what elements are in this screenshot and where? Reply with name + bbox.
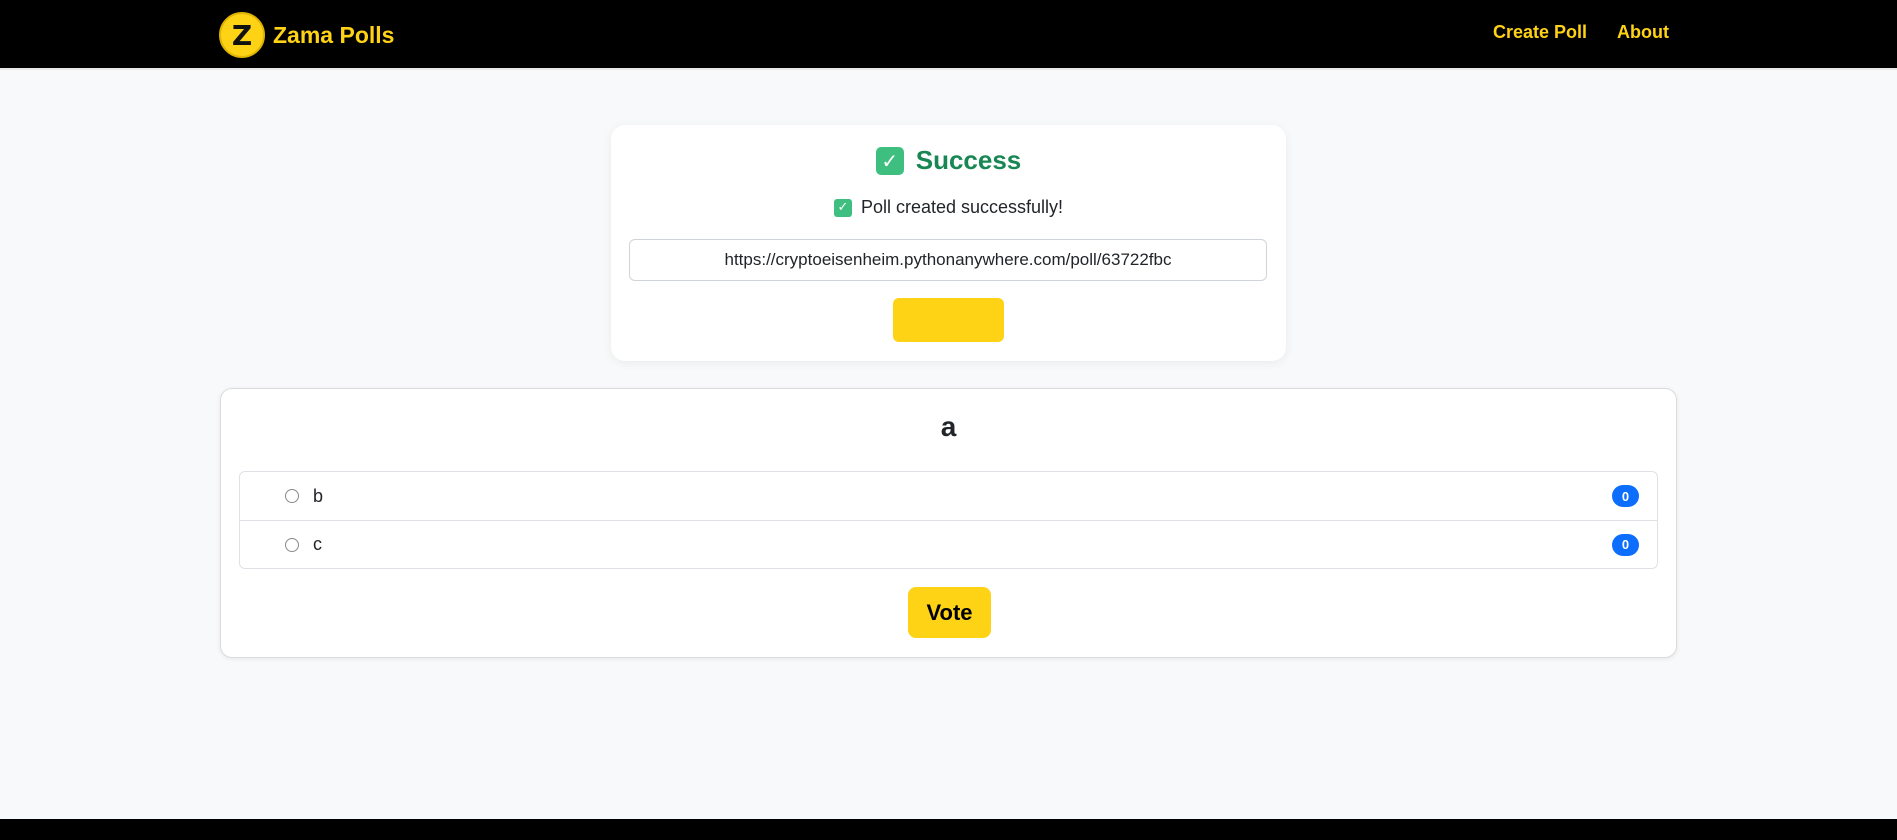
copy-link-button[interactable] [893, 298, 1004, 342]
check-mark-icon: ✓ [875, 146, 904, 175]
nav-link-about[interactable]: About [1617, 22, 1669, 43]
option-label: c [313, 534, 322, 554]
brand-home-link[interactable]: Z Zama Polls [219, 12, 394, 58]
top-navbar: Z Zama Polls Create Poll About [0, 0, 1897, 70]
nav-link-create-poll[interactable]: Create Poll [1493, 22, 1587, 43]
success-title: ✓ Success [611, 145, 1286, 176]
poll-card: a b 0 c 0 Vote [220, 388, 1677, 658]
poll-option-c[interactable]: c 0 [240, 520, 1657, 568]
success-message: ✓ Poll created successfully! [611, 197, 1286, 218]
radio-button[interactable] [285, 537, 299, 552]
poll-option-b[interactable]: b 0 [240, 472, 1657, 520]
poll-url-field[interactable] [629, 239, 1267, 281]
option-label: b [313, 485, 324, 506]
nav-links: Create Poll About [1493, 22, 1669, 43]
success-message-text: Poll created successfully! [860, 197, 1064, 217]
vote-count-badge: 0 [1612, 485, 1639, 507]
zama-logo-icon: Z [219, 12, 265, 58]
footer-bar [0, 819, 1897, 840]
radio-button[interactable] [285, 489, 299, 503]
poll-question: a [940, 411, 957, 442]
success-card: ✓ Success ✓ Poll created successfully! [611, 125, 1286, 361]
brand-name: Zama Polls [273, 21, 395, 48]
success-heading: Success [915, 145, 1022, 175]
vote-button[interactable]: Vote [908, 587, 991, 638]
check-mark-icon: ✓ [833, 198, 852, 217]
vote-count-badge: 0 [1612, 533, 1639, 556]
poll-options-list: b 0 c 0 [239, 471, 1658, 569]
